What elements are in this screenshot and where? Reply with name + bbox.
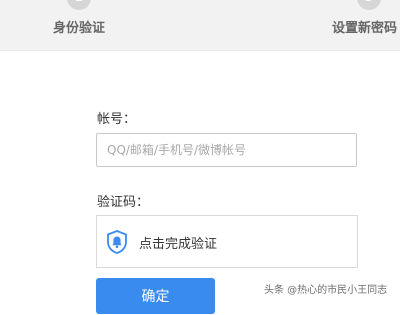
captcha-prompt: 点击完成验证	[139, 237, 218, 252]
shield-bell-icon	[107, 230, 127, 254]
step-number-badge: 3	[357, 0, 381, 10]
account-input[interactable]	[96, 133, 357, 167]
captcha-verify-box[interactable]: 点击完成验证	[96, 215, 358, 268]
account-label: 帐号：	[97, 112, 137, 127]
confirm-button[interactable]: 确定	[96, 278, 215, 314]
step-progress-bar: 2 身份验证 3 设置新密码	[0, 0, 400, 51]
captcha-label: 验证码：	[97, 195, 150, 210]
watermark: 头条 @热心的市民小王同志	[264, 285, 388, 296]
step-label: 设置新密码	[332, 21, 398, 36]
step-number-badge: 2	[67, 0, 91, 10]
step-label: 身份验证	[53, 21, 106, 36]
